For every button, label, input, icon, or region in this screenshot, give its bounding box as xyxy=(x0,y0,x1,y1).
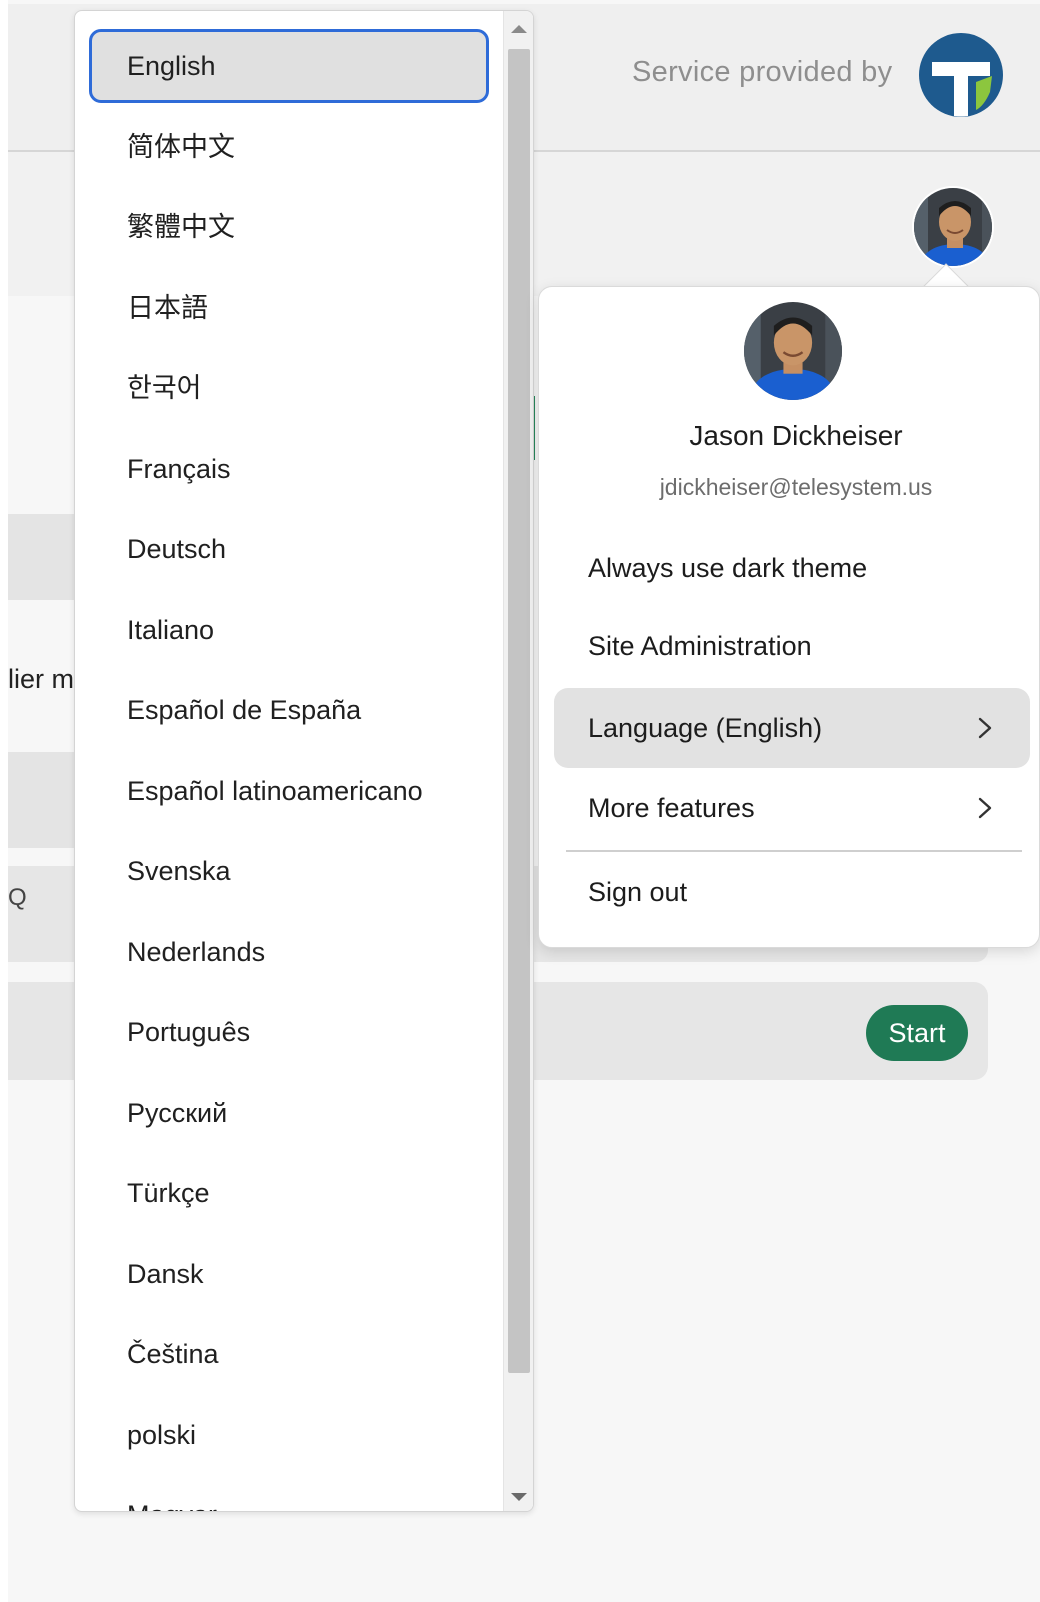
menu-item-label: Always use dark theme xyxy=(588,553,868,583)
menu-item-site-administration[interactable]: Site Administration xyxy=(554,606,1030,686)
chevron-right-icon xyxy=(978,797,992,819)
language-option[interactable]: English xyxy=(89,29,489,103)
scroll-up-icon[interactable] xyxy=(511,25,527,33)
list-row xyxy=(8,514,74,600)
profile-avatar xyxy=(744,302,842,400)
language-option[interactable]: Português xyxy=(89,995,489,1069)
language-option[interactable]: Nederlands xyxy=(89,915,489,989)
scrollbar-thumb[interactable] xyxy=(508,49,530,1373)
service-provided-text: Service provided by xyxy=(632,56,893,88)
scroll-down-icon[interactable] xyxy=(511,1493,527,1501)
menu-item-label: Sign out xyxy=(588,877,688,907)
language-option[interactable]: Svenska xyxy=(89,834,489,908)
menu-item-label: Language (English) xyxy=(588,713,823,743)
menu-item-more-features[interactable]: More features xyxy=(554,768,1030,848)
profile-email: jdickheiser@telesystem.us xyxy=(659,474,933,500)
language-option[interactable]: 日本語 xyxy=(89,271,489,345)
language-option[interactable]: Español de España xyxy=(89,673,489,747)
search-icon: Q xyxy=(8,884,27,911)
language-option[interactable]: Deutsch xyxy=(89,512,489,586)
language-option[interactable]: Italiano xyxy=(89,593,489,667)
language-option[interactable]: 한국어 xyxy=(89,351,489,425)
language-option[interactable]: Español latinoamericano xyxy=(89,754,489,828)
menu-item-sign-out[interactable]: Sign out xyxy=(554,852,1030,932)
avatar-icon xyxy=(744,302,842,400)
language-dropdown[interactable]: English 简体中文 繁體中文 日本語 한국어 Français Deutsch Ital… xyxy=(74,10,534,1512)
language-option[interactable]: Türkçe xyxy=(89,1156,489,1230)
clipped-row-text: lier m xyxy=(8,664,74,694)
menu-item-label: More features xyxy=(588,793,755,823)
language-option[interactable]: Русский xyxy=(89,1076,489,1150)
language-option[interactable]: 繁體中文 xyxy=(89,190,489,264)
language-option[interactable]: 简体中文 xyxy=(89,110,489,184)
language-option[interactable]: Français xyxy=(89,432,489,506)
start-button[interactable]: Start xyxy=(866,1005,968,1061)
language-option[interactable]: Dansk xyxy=(89,1237,489,1311)
menu-item-dark-theme[interactable]: Always use dark theme xyxy=(554,528,1030,608)
chevron-right-icon xyxy=(978,717,992,739)
list-row xyxy=(8,752,74,848)
provider-logo-icon[interactable] xyxy=(918,32,1004,118)
left-edge xyxy=(0,0,8,1602)
user-avatar-button[interactable] xyxy=(912,186,994,268)
language-option[interactable]: Magyar xyxy=(89,1478,489,1511)
language-option[interactable]: polski xyxy=(89,1398,489,1472)
profile-name: Jason Dickheiser xyxy=(689,420,903,451)
menu-item-label: Site Administration xyxy=(588,631,812,661)
menu-item-language[interactable]: Language (English) xyxy=(554,688,1030,768)
language-option[interactable]: Čeština xyxy=(89,1317,489,1391)
